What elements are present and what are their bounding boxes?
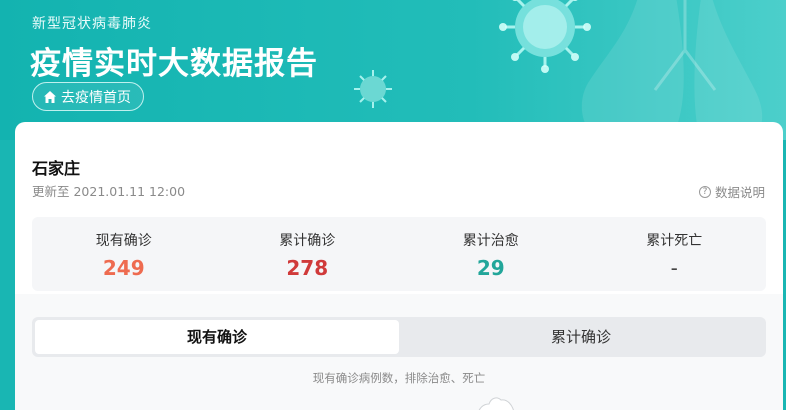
tab-current-confirmed[interactable]: 现有确诊 — [35, 320, 399, 354]
map-outline — [478, 397, 514, 410]
stat-current-confirmed: 现有确诊 249 — [32, 217, 216, 291]
stat-value: 29 — [476, 256, 505, 280]
home-icon — [44, 90, 56, 103]
page-title: 疫情实时大数据报告 — [30, 46, 318, 82]
map-tabs: 现有确诊 累计确诊 — [32, 317, 766, 357]
stat-label: 累计确诊 — [279, 233, 336, 249]
home-button-label: 去疫情首页 — [61, 89, 131, 106]
city-name: 石家庄 — [32, 159, 81, 178]
stat-label: 累计死亡 — [646, 233, 703, 249]
map-note: 现有确诊病例数，排除治愈、死亡 — [312, 371, 486, 385]
stat-value: - — [670, 256, 678, 280]
data-explain-link[interactable]: ? 数据说明 — [698, 182, 765, 201]
stat-total-cured: 累计治愈 29 — [399, 217, 583, 291]
stat-value: 278 — [286, 256, 329, 280]
hero-banner: 新型冠状病毒肺炎 疫情实时大数据报告 去疫情首页 — [0, 0, 786, 140]
stats-panel: 现有确诊 249 累计确诊 278 累计治愈 29 累计死亡 - — [32, 217, 766, 291]
update-time: 更新至 2021.01.11 12:00 — [32, 184, 186, 199]
stat-total-confirmed: 累计确诊 278 — [216, 217, 400, 291]
data-explain-label: 数据说明 — [714, 185, 765, 200]
go-to-epidemic-home-button[interactable]: 去疫情首页 — [32, 82, 144, 111]
report-card: 石家庄 更新至 2021.01.11 12:00 ? 数据说明 现有确诊 249… — [15, 122, 783, 410]
stat-label: 现有确诊 — [95, 233, 152, 249]
virus-small-illustration — [354, 70, 392, 108]
tab-total-confirmed[interactable]: 累计确诊 — [399, 320, 763, 354]
stat-total-deaths: 累计死亡 - — [583, 217, 767, 291]
banner-subtitle: 新型冠状病毒肺炎 — [32, 16, 152, 32]
question-circle-icon: ? — [698, 185, 711, 198]
stat-label: 累计治愈 — [462, 233, 519, 249]
stat-value: 249 — [102, 256, 145, 280]
virus-illustration — [499, 0, 591, 73]
